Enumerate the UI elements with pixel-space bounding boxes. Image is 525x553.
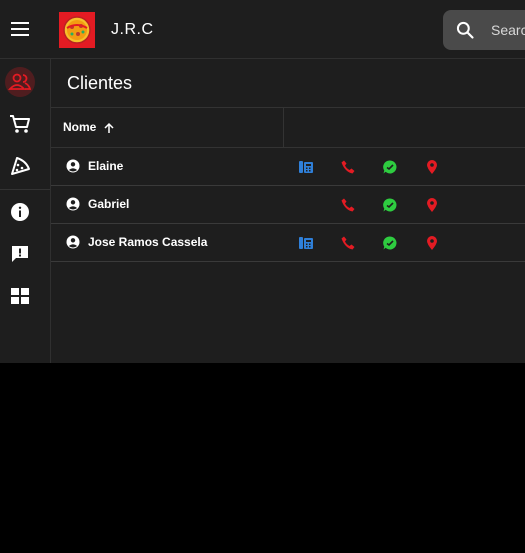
sidebar-item-info[interactable] (0, 195, 40, 229)
app-title: J.R.C (111, 21, 154, 38)
client-name: Elaine (88, 159, 124, 173)
phone-call-icon[interactable] (340, 159, 356, 175)
map-pin-icon[interactable] (424, 197, 440, 213)
search-icon (456, 21, 474, 39)
cart-icon (10, 115, 30, 133)
clients-table: Nome Elaine Gabriel Jose Ramos Cassela (51, 107, 525, 262)
landline-phone-icon[interactable] (298, 235, 314, 251)
users-icon (8, 73, 32, 90)
menu-button[interactable] (8, 16, 34, 42)
sidebar-nav (0, 59, 51, 363)
sidebar-divider (0, 189, 50, 190)
sidebar-item-dashboard[interactable] (0, 279, 40, 313)
sidebar-item-orders[interactable] (0, 107, 40, 141)
column-header-name[interactable]: Nome (63, 120, 96, 134)
client-name: Jose Ramos Cassela (88, 235, 208, 249)
whatsapp-icon[interactable] (382, 159, 398, 175)
map-pin-icon[interactable] (424, 159, 440, 175)
whatsapp-icon[interactable] (382, 235, 398, 251)
search-input[interactable] (491, 22, 525, 38)
account-circle-icon (66, 197, 80, 211)
map-pin-icon[interactable] (424, 235, 440, 251)
dashboard-icon (11, 288, 29, 304)
pizza-logo (59, 12, 95, 48)
client-name: Gabriel (88, 197, 130, 211)
account-circle-icon (66, 235, 80, 249)
landline-phone-icon[interactable] (298, 159, 314, 175)
phone-call-icon[interactable] (340, 197, 356, 213)
search-box[interactable] (443, 10, 525, 50)
table-row[interactable]: Jose Ramos Cassela (51, 224, 525, 262)
table-row[interactable]: Elaine (51, 148, 525, 186)
column-divider (283, 108, 284, 147)
sidebar-item-clients[interactable] (0, 65, 40, 99)
sidebar-item-products[interactable] (0, 149, 40, 183)
whatsapp-icon[interactable] (382, 197, 398, 213)
pizza-icon (11, 157, 30, 175)
table-row[interactable]: Gabriel (51, 186, 525, 224)
sidebar-item-feedback[interactable] (0, 237, 40, 271)
info-icon (11, 203, 29, 221)
app-window: J.R.C Search Clientes Nome Elaine Gabrie… (0, 0, 525, 363)
feedback-icon (12, 246, 28, 262)
account-circle-icon (66, 159, 80, 173)
sort-ascending-icon[interactable] (103, 122, 115, 134)
phone-call-icon[interactable] (340, 235, 356, 251)
top-app-bar: J.R.C (0, 0, 525, 59)
table-header: Nome (51, 107, 525, 148)
page-title: Clientes (67, 73, 133, 93)
